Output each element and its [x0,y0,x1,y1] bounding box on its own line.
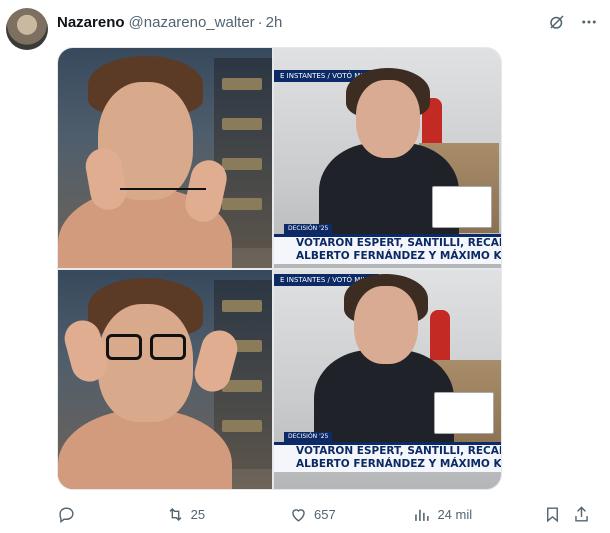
face-image [98,304,193,422]
like-button[interactable]: 657 [289,505,412,524]
news-lower-third: VOTARON ESPERT, SANTILLI, RECAL ALBERTO … [274,442,501,472]
views-icon [415,509,430,521]
post-time[interactable]: 2h [266,14,283,31]
author-avatar[interactable] [6,8,48,50]
bookmark-button[interactable] [543,505,573,524]
retweet-count: 25 [190,506,206,522]
news-lower-third: VOTARON ESPERT, SANTILLI, RECALDE, ALBER… [274,234,501,264]
glasses-lens-image [150,334,186,360]
views-count: 24 mil [437,506,473,522]
reply-icon [59,506,74,523]
bookmark-icon [546,506,558,522]
glasses-image [120,188,206,190]
news-panel-bottom[interactable]: E INSTANTES / VOTÓ MILEI DECISIÓN '25 29… [274,270,501,489]
post-actions-bar: 25 657 24 mil [57,503,602,525]
retweet-button[interactable]: 25 [166,505,289,524]
headline-line-1: VOTARON ESPERT, SANTILLI, RECALDE, [296,237,501,249]
headline-line-1: VOTARON ESPERT, SANTILLI, RECAL [296,445,501,457]
glasses-lens-image [106,334,142,360]
ballot-envelope-image [432,186,492,228]
news-panel-top[interactable]: E INSTANTES / VOTÓ MILEI DECISIÓN '25 29… [274,48,501,268]
like-count: 657 [314,506,336,522]
share-icon [575,505,589,522]
retweet-icon [169,507,182,521]
author-name[interactable]: Nazareno [57,14,125,31]
headline-line-2: ALBERTO FERNÁNDEZ Y MÁXIMO KIRCH [296,250,501,262]
grok-icon[interactable] [546,11,568,33]
more-options-icon[interactable] [578,11,600,33]
post-header: Nazareno @nazareno_walter · 2h [57,11,600,33]
header-actions [546,11,600,33]
decision-label: DECISIÓN '25 [284,432,333,442]
views-button[interactable]: 24 mil [412,505,542,524]
separator-dot: · [257,13,263,31]
post-media-grid[interactable]: E INSTANTES / VOTÓ MILEI DECISIÓN '25 29… [57,47,502,490]
headline-line-2: ALBERTO FERNÁNDEZ Y MÁXIMO KI [296,458,501,470]
meme-panel-glasses-off[interactable] [58,48,272,268]
ballot-envelope-image [434,392,494,434]
man-head-image [354,286,418,364]
meme-panel-glasses-on[interactable] [58,270,272,489]
reply-button[interactable] [57,505,166,524]
man-head-image [356,80,420,158]
heart-icon [292,508,305,522]
author-handle[interactable]: @nazareno_walter [129,14,255,31]
decision-label: DECISIÓN '25 [284,224,333,234]
share-button[interactable] [572,505,602,524]
